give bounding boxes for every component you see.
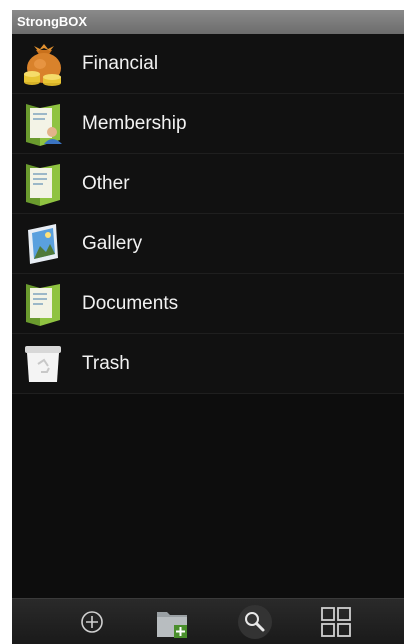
list-item-documents[interactable]: Documents	[12, 274, 404, 334]
bottom-toolbar	[12, 598, 404, 644]
list-item-label: Gallery	[82, 233, 143, 254]
list-item-label: Other	[82, 173, 130, 194]
search-button[interactable]	[236, 603, 274, 641]
new-folder-button[interactable]	[154, 603, 192, 641]
app-title: StrongBOX	[17, 14, 88, 29]
title-bar: StrongBOX	[12, 10, 404, 34]
money-bag-icon	[22, 40, 66, 86]
gallery-picture-icon	[22, 220, 66, 266]
list-item-financial[interactable]: Financial	[12, 34, 404, 94]
folder-add-icon	[157, 612, 187, 638]
grid-icon	[321, 607, 351, 637]
list-item-membership[interactable]: Membership	[12, 94, 404, 154]
plus-circle-icon	[81, 611, 103, 633]
list-item-gallery[interactable]: Gallery	[12, 214, 404, 274]
list-item-label: Financial	[82, 53, 159, 74]
list-item-label: Documents	[82, 293, 179, 314]
category-list: Financial Membership Other Gallery Docum…	[12, 34, 404, 394]
folder-document-icon	[22, 280, 66, 326]
trash-bin-icon	[22, 340, 66, 386]
grid-view-button[interactable]	[317, 603, 355, 641]
list-item-label: Trash	[82, 353, 130, 374]
list-item-other[interactable]: Other	[12, 154, 404, 214]
folder-contact-icon	[22, 100, 66, 146]
list-item-trash[interactable]: Trash	[12, 334, 404, 394]
folder-document-icon	[22, 160, 66, 206]
add-button[interactable]	[73, 603, 111, 641]
list-item-label: Membership	[82, 113, 187, 134]
search-icon	[238, 605, 272, 639]
app-window: StrongBOX Financial Membership Other Gal…	[12, 10, 404, 644]
